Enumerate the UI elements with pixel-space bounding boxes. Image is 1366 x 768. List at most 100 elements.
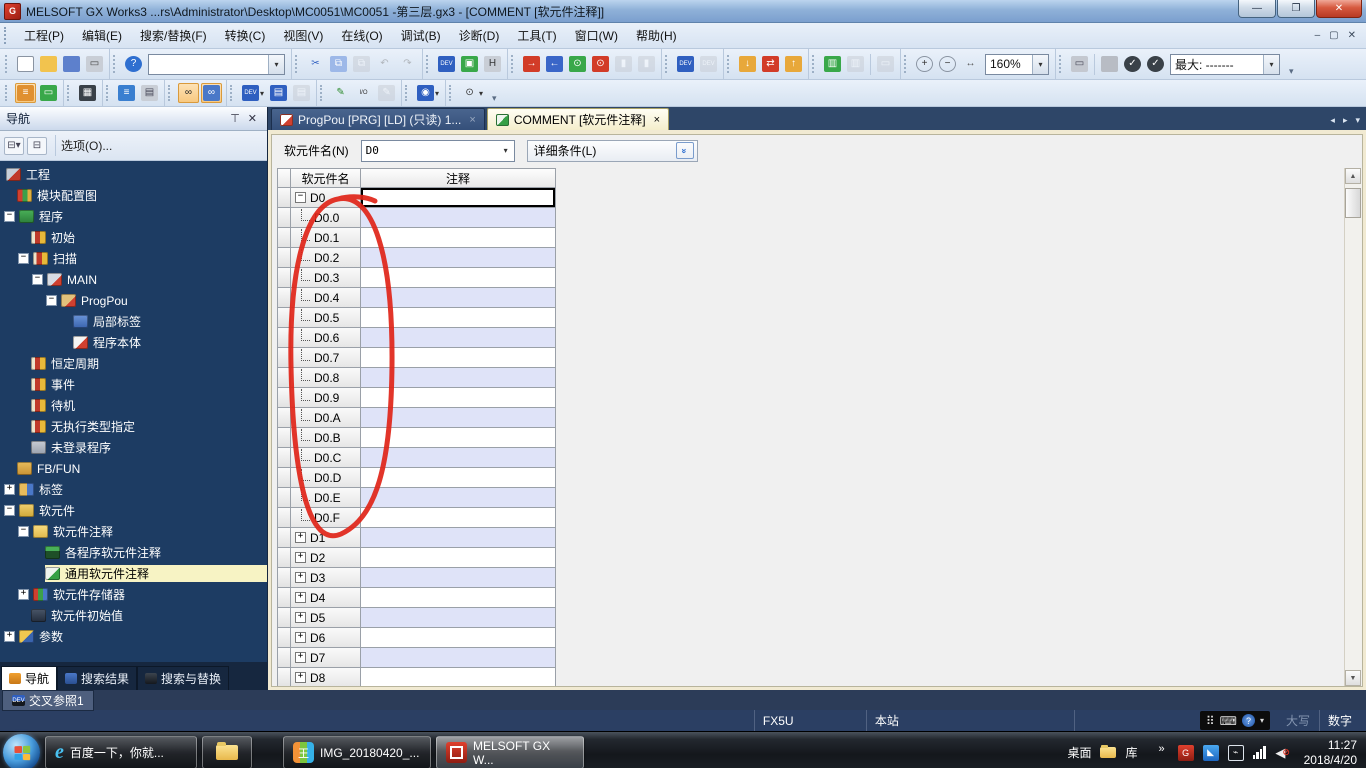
row-selector-cell[interactable]: [277, 668, 291, 686]
device-name-cell[interactable]: + D2: [291, 548, 361, 568]
device-name-cell[interactable]: − D0: [291, 188, 361, 208]
tree-item-软元件存储器[interactable]: + 软元件存储器: [0, 584, 267, 605]
comment-cell[interactable]: [361, 328, 556, 348]
row-selector-cell[interactable]: [277, 348, 291, 368]
taskbar-image-viewer-button[interactable]: 王 IMG_20180420_...: [283, 736, 431, 768]
redo-icon[interactable]: ↷: [397, 54, 418, 74]
bottom-tab-搜索与替换[interactable]: 搜索与替换: [137, 666, 230, 690]
online-change-icon[interactable]: ↓: [737, 54, 758, 74]
comment-cell[interactable]: [361, 668, 556, 686]
device-list-icon[interactable]: ▤: [268, 83, 289, 103]
device-name-cell[interactable]: + D5: [291, 608, 361, 628]
monitor-start-icon[interactable]: ⊙: [567, 54, 588, 74]
device-name-cell[interactable]: D0.8: [291, 368, 361, 388]
comment-cell[interactable]: [361, 268, 556, 288]
expand-icon[interactable]: +: [295, 652, 306, 663]
toolbar-overflow-icon[interactable]: ▾: [492, 93, 497, 106]
row-selector-cell[interactable]: [277, 528, 291, 548]
comment-cell[interactable]: [361, 408, 556, 428]
comment-cell[interactable]: [361, 368, 556, 388]
tree-item-软元件[interactable]: − 软元件: [0, 500, 267, 521]
device-name-cell[interactable]: D0.0: [291, 208, 361, 228]
row-selector-cell[interactable]: [277, 248, 291, 268]
taskbar-explorer-button[interactable]: [202, 736, 252, 768]
row-selector-cell[interactable]: [277, 368, 291, 388]
check-param-icon[interactable]: ✓: [1145, 54, 1166, 74]
menu-item-1[interactable]: 编辑(E): [73, 24, 131, 47]
device-name-combobox[interactable]: D0 ▾: [360, 139, 515, 162]
toolbar-overflow-icon[interactable]: ▾: [1289, 66, 1294, 79]
scroll-down-icon[interactable]: ▼: [1345, 670, 1361, 686]
device-name-cell[interactable]: D0.7: [291, 348, 361, 368]
row-selector-cell[interactable]: [277, 408, 291, 428]
comment-cell[interactable]: [361, 348, 556, 368]
comment-cell[interactable]: [361, 488, 556, 508]
paste-icon[interactable]: ⧉: [351, 54, 372, 74]
menu-item-10[interactable]: 帮助(H): [627, 24, 686, 47]
menu-item-9[interactable]: 窗口(W): [566, 24, 627, 47]
tree-item-事件[interactable]: 事件: [0, 374, 267, 395]
device-name-cell[interactable]: D0.9: [291, 388, 361, 408]
tree-item-未登录程序[interactable]: 未登录程序: [0, 437, 267, 458]
collapse-icon[interactable]: −: [32, 274, 43, 285]
help-icon[interactable]: ?: [123, 54, 144, 74]
tree-item-ProgPou[interactable]: − ProgPou: [0, 290, 267, 311]
row-selector-cell[interactable]: [277, 308, 291, 328]
row-selector-cell[interactable]: [277, 208, 291, 228]
device-watch2-icon[interactable]: DEV: [698, 54, 719, 74]
menu-item-0[interactable]: 工程(P): [15, 24, 73, 47]
document-tab-active[interactable]: COMMENT [软元件注释] ×: [486, 108, 670, 130]
device-name-cell[interactable]: D0.1: [291, 228, 361, 248]
comment-cell[interactable]: [361, 608, 556, 628]
expand-icon[interactable]: +: [295, 672, 306, 683]
mdi-restore-icon[interactable]: ▢: [1329, 30, 1338, 41]
comment-cell[interactable]: [361, 208, 556, 228]
check-program-icon[interactable]: ✓: [1122, 54, 1143, 74]
expand-icon[interactable]: +: [295, 552, 306, 563]
row-selector-cell[interactable]: [277, 268, 291, 288]
tree-item-待机[interactable]: 待机: [0, 395, 267, 416]
device-name-cell[interactable]: + D1: [291, 528, 361, 548]
zoom-in-icon[interactable]: +: [914, 54, 935, 74]
row-selector-cell[interactable]: [277, 288, 291, 308]
monitor-stop-icon[interactable]: ⊙: [590, 54, 611, 74]
menu-item-3[interactable]: 转换(C): [216, 24, 275, 47]
dropdown-arrow-icon[interactable]: ▾: [1263, 54, 1279, 74]
screen-color-icon[interactable]: ▭: [1069, 54, 1090, 74]
library-label[interactable]: 库: [1125, 744, 1137, 761]
tray-pc-manager-icon[interactable]: ◣: [1202, 744, 1219, 761]
collapse-icon[interactable]: −: [295, 192, 306, 203]
taskbar-melsoft-button[interactable]: MELSOFT GX W...: [436, 736, 584, 768]
device-name-cell[interactable]: D0.6: [291, 328, 361, 348]
find-icon[interactable]: ∞: [178, 83, 199, 103]
device-name-cell[interactable]: D0.5: [291, 308, 361, 328]
tab-nav-icon-0[interactable]: ◂: [1330, 115, 1335, 126]
stamp-icon[interactable]: ✎: [376, 83, 397, 103]
language-bar[interactable]: ⠿ ⌨ ? ▾: [1199, 711, 1270, 730]
pin-icon[interactable]: ⊤: [226, 112, 244, 125]
tray-power-icon[interactable]: ⌁: [1228, 745, 1244, 761]
read-from-plc-icon[interactable]: ←: [544, 54, 565, 74]
double-chevron-icon[interactable]: »: [675, 142, 694, 159]
device-name-cell[interactable]: + D4: [291, 588, 361, 608]
tree-item-软元件初始值[interactable]: 软元件初始值: [0, 605, 267, 626]
cross-reference-tab[interactable]: DEV 交叉参照1: [2, 690, 94, 711]
row-selector-cell[interactable]: [277, 188, 291, 208]
monitor-step-icon[interactable]: ▮: [636, 54, 657, 74]
library-folder-icon[interactable]: [1100, 745, 1117, 758]
dropdown-arrow-icon[interactable]: ▾: [1032, 54, 1048, 74]
device-name-cell[interactable]: D0.4: [291, 288, 361, 308]
simulator-icon[interactable]: ▭: [875, 54, 896, 74]
undo-icon[interactable]: ↶: [374, 54, 395, 74]
tree-item-扫描[interactable]: − 扫描: [0, 248, 267, 269]
device-name-cell[interactable]: D0.F: [291, 508, 361, 528]
tree-item-模块配置图[interactable]: 模块配置图: [0, 185, 267, 206]
menu-item-5[interactable]: 在线(O): [332, 24, 391, 47]
new-file-icon[interactable]: [15, 54, 36, 74]
comment-cell[interactable]: [361, 648, 556, 668]
desktop-label[interactable]: 桌面: [1067, 744, 1091, 761]
comment-cell[interactable]: [361, 388, 556, 408]
tab-nav-icon-2[interactable]: ▾: [1355, 115, 1360, 126]
collapse-icon[interactable]: −: [46, 295, 57, 306]
hex-display-icon[interactable]: H: [482, 54, 503, 74]
